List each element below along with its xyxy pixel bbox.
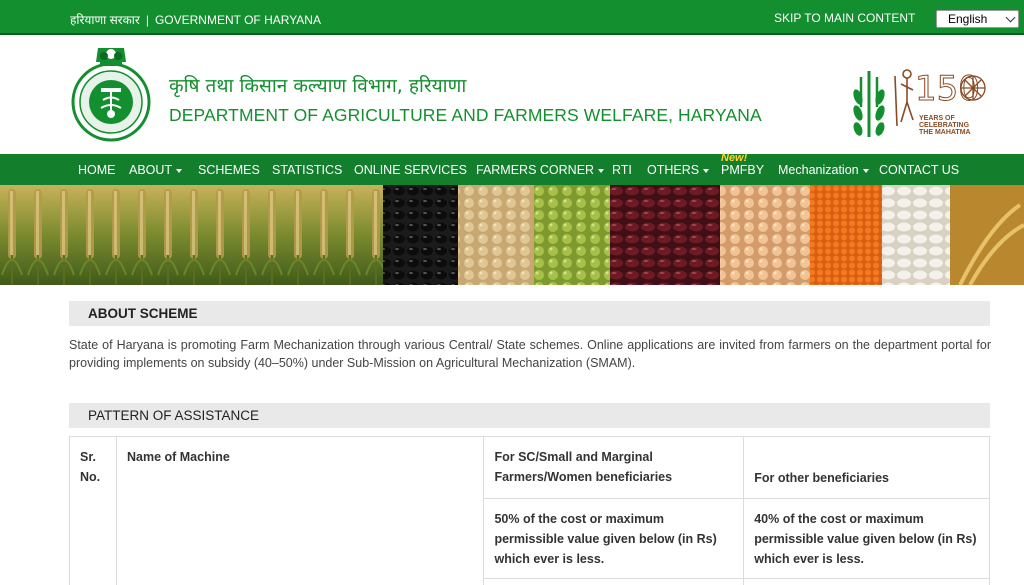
english-page-title: DEPARTMENT OF AGRICULTURE AND FARMERS WE… [169, 105, 762, 125]
hindi-govt-label: हरियाणा सरकार [70, 13, 140, 27]
main-nav: HOME ABOUT SCHEMES STATISTICS ONLINE SER… [0, 152, 1024, 185]
nav-item-label: PMFBY [721, 163, 765, 177]
other-subsidy-rule: 40% of the cost or maximum permissible v… [743, 498, 990, 579]
nav-item-label: Mechanization [778, 163, 859, 177]
nav-item-mechanization[interactable]: Mechanization [778, 163, 869, 177]
col-header-machine-name: Name of Machine [115, 436, 485, 585]
nav-item-pmfby[interactable]: PMFBY [721, 163, 764, 177]
skip-to-main-content-link[interactable]: SKIP TO MAIN CONTENT [774, 11, 915, 25]
pattern-of-assistance-title: PATTERN OF ASSISTANCE [88, 408, 260, 423]
gandhi-text-line: THE MAHATMA [919, 129, 971, 136]
about-scheme-title: ABOUT SCHEME [88, 306, 198, 321]
gandhi-150-number: 150 [915, 69, 980, 109]
top-bar: हरियाणा सरकार | GOVERNMENT OF HARYANA SKIP… [0, 0, 1024, 35]
govt-label: हरियाणा सरकार | GOVERNMENT OF HARYANA [70, 11, 321, 28]
table-header-row: Sr. No. Name of Machine For SC/Small and… [69, 436, 990, 585]
col-header-sc-beneficiaries: For SC/Small and Marginal Farmers/Women … [483, 436, 745, 499]
nav-item-label: FARMERS CORNER [476, 163, 595, 177]
nav-item-label: CONTACT US [879, 163, 960, 177]
nav-item-schemes[interactable]: SCHEMES [198, 163, 260, 177]
nav-item-about[interactable]: ABOUT [129, 163, 183, 177]
caret-down-icon [862, 168, 869, 173]
govt-name-label: GOVERNMENT OF HARYANA [154, 13, 321, 27]
nav-item-label: ONLINE SERVICES [354, 163, 468, 177]
nav-item-statistics[interactable]: STATISTICS [272, 163, 342, 177]
caret-down-icon [598, 168, 605, 173]
language-selected-value: English [948, 12, 988, 26]
nav-item-online-services[interactable]: ONLINE SERVICES [354, 163, 467, 177]
col-header-other-beneficiaries: For other beneficiaries [743, 436, 990, 499]
gandhi-logo-text: YEARS OF CELEBRATING THE MAHATMA [919, 115, 971, 136]
crops-and-grains-banner [0, 185, 1024, 285]
about-scheme-heading: ABOUT SCHEME [69, 301, 990, 326]
pattern-of-assistance-heading: PATTERN OF ASSISTANCE [69, 403, 990, 428]
table-cell [743, 578, 990, 585]
nav-item-label: RTI [612, 163, 632, 177]
table-cell [483, 578, 745, 585]
separator: | [145, 13, 149, 27]
hero-banner-image [0, 185, 1024, 285]
nav-item-rti[interactable]: RTI [612, 163, 632, 177]
language-select[interactable]: English [936, 10, 1019, 28]
site-header: कृषि तथा किसान कल्याण विभाग, हरियाणा DEP… [0, 35, 1024, 154]
nav-item-contact-us[interactable]: CONTACT US [879, 163, 959, 177]
gandhi-text-line: CELEBRATING [919, 122, 970, 129]
nav-item-label: STATISTICS [272, 163, 343, 177]
nav-item-label: OTHERS [647, 163, 700, 177]
haryana-emblem-logo[interactable] [68, 40, 154, 150]
nav-item-label: ABOUT [129, 163, 173, 177]
sc-subsidy-rule: 50% of the cost or maximum permissible v… [483, 498, 745, 579]
nav-item-label: HOME [78, 163, 116, 177]
about-scheme-text: State of Haryana is promoting Farm Mecha… [69, 338, 991, 370]
caret-down-icon [703, 168, 710, 173]
wheat-icon [853, 71, 885, 137]
nav-item-farmers-corner[interactable]: FARMERS CORNER [476, 163, 605, 177]
chevron-down-icon [1005, 12, 1016, 23]
nav-item-label: SCHEMES [198, 163, 260, 177]
nav-item-home[interactable]: HOME [78, 163, 116, 177]
hindi-page-title: कृषि तथा किसान कल्याण विभाग, हरियाणा [169, 75, 467, 97]
col-header-sr-no: Sr. No. [69, 436, 117, 585]
caret-down-icon [176, 168, 183, 173]
gandhi-text-line: YEARS OF [919, 115, 955, 122]
nav-item-others[interactable]: OTHERS [647, 163, 710, 177]
assistance-table: Sr. No. Name of Machine For SC/Small and… [69, 436, 990, 585]
